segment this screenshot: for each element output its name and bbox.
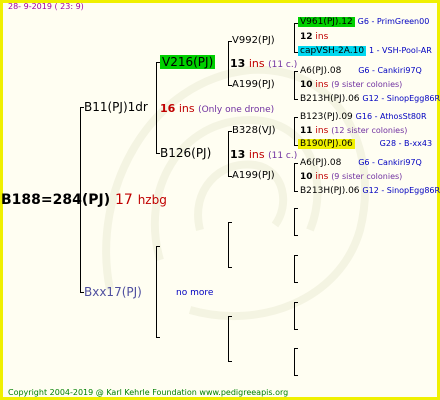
gen5-4-info: G6 - Cankiri97Q <box>358 66 422 75</box>
gen5-row-12[interactable]: B213H(PJ).06 G12 - SinopEgg86R <box>300 186 440 196</box>
gen5-6-info: G12 - SinopEgg86R <box>362 94 440 103</box>
gen5-7-info: G16 - AthosSt80R <box>355 112 427 121</box>
gen5-row-5: 10 ins (9 sister colonies) <box>300 80 402 90</box>
gen2-1-info: 16 ins (Only one drone) <box>160 102 274 115</box>
gen3-2-info: 13 ins (11 c.) <box>230 148 297 161</box>
gen5-10-id: A6(PJ).08 <box>300 158 342 168</box>
gen5-8-num: 11 <box>300 126 313 136</box>
gen3-1-note: ins <box>248 57 265 70</box>
gen2-queen-2[interactable]: Bxx17(PJ) <box>84 285 142 299</box>
gen3-2-note: ins <box>248 148 265 161</box>
gen2-1-note2: (Only one drone) <box>198 105 275 115</box>
gen5-8-note2: (12 sister colonies) <box>331 126 408 135</box>
gen5-1-id: V961(PJ).12 <box>298 17 355 27</box>
gen5-2-note: ins <box>315 32 329 42</box>
date-stamp: 28- 9-2019 ( 23: 9) <box>8 2 84 11</box>
gen5-3-info: 1 - VSH-Pool-AR <box>368 46 432 55</box>
gen4-queen-1[interactable]: V992(PJ) <box>232 35 275 46</box>
gen3-queen-2[interactable]: B126(PJ) <box>160 146 211 160</box>
gen5-8-note: ins <box>315 126 329 136</box>
gen5-row-6[interactable]: B213H(PJ).06 G12 - SinopEgg86R <box>300 94 440 104</box>
gen4-queen-4[interactable]: A199(PJ) <box>232 170 275 181</box>
gen5-11-note2: (9 sister colonies) <box>331 172 403 181</box>
gen5-12-id: B213H(PJ).06 <box>300 186 360 196</box>
gen5-9-info: G28 - B-xx43 <box>379 139 433 148</box>
root-queen[interactable]: B188=284(PJ) 17 hzbg <box>1 192 167 208</box>
gen3-1-info: 13 ins (11 c.) <box>230 57 297 70</box>
gen5-row-3[interactable]: capVSH-2A.10 1 - VSH-Pool-AR <box>298 46 432 56</box>
gen5-row-8: 11 ins (12 sister colonies) <box>300 126 407 136</box>
gen5-10-info: G6 - Cankiri97Q <box>358 158 422 167</box>
gen4-queen-2[interactable]: A199(PJ) <box>232 79 275 90</box>
gen2-1-num: 16 <box>160 102 176 115</box>
gen5-row-4[interactable]: A6(PJ).08 G6 - Cankiri97Q <box>300 66 422 76</box>
gen5-5-num: 10 <box>300 80 313 90</box>
gen5-2-num: 12 <box>300 32 313 42</box>
gen5-5-note2: (9 sister colonies) <box>331 80 403 89</box>
gen4-queen-3[interactable]: B328(VJ) <box>232 125 276 136</box>
gen5-6-id: B213H(PJ).06 <box>300 94 360 104</box>
gen3-2-num: 13 <box>230 148 246 161</box>
gen2-1-id: B11(PJ)1dr <box>84 100 148 114</box>
gen5-row-1[interactable]: V961(PJ).12 G6 - PrimGreen00 <box>298 17 429 27</box>
gen5-row-11: 10 ins (9 sister colonies) <box>300 172 402 182</box>
gen3-1-id: V216(PJ) <box>160 55 216 69</box>
copyright-footer: Copyright 2004-2019 @ Karl Kehrle Founda… <box>8 388 289 397</box>
gen5-row-2: 12 ins <box>300 32 328 42</box>
gen5-5-note: ins <box>315 80 329 90</box>
gen5-9-id: B190(PJ).06 <box>298 139 355 149</box>
gen5-row-10[interactable]: A6(PJ).08 G6 - Cankiri97Q <box>300 158 422 168</box>
gen5-12-info: G12 - SinopEgg86R <box>362 186 440 195</box>
gen5-row-7[interactable]: B123(PJ).09 G16 - AthosSt80R <box>300 112 427 122</box>
gen2-queen-1[interactable]: B11(PJ)1dr <box>84 100 148 114</box>
gen5-row-9[interactable]: B190(PJ).06 G28 - B-xx43 <box>298 139 432 149</box>
gen5-7-id: B123(PJ).09 <box>300 112 353 122</box>
gen3-1-num: 13 <box>230 57 246 70</box>
gen5-1-info: G6 - PrimGreen00 <box>357 17 430 26</box>
gen2-1-note: ins <box>178 102 195 115</box>
gen5-3-id: capVSH-2A.10 <box>298 46 367 56</box>
root-num: 17 <box>115 192 133 208</box>
gen5-11-num: 10 <box>300 172 313 182</box>
gen3-1-note2: (11 c.) <box>268 60 298 70</box>
gen3-queen-1[interactable]: V216(PJ) <box>160 55 216 69</box>
gen5-4-id: A6(PJ).08 <box>300 66 342 76</box>
gen5-11-note: ins <box>315 172 329 182</box>
gen2-2-note: no more <box>176 288 214 298</box>
gen3-2-note2: (11 c.) <box>268 151 298 161</box>
root-note: hzbg <box>137 193 167 207</box>
root-id: B188=284(PJ) <box>1 192 111 208</box>
